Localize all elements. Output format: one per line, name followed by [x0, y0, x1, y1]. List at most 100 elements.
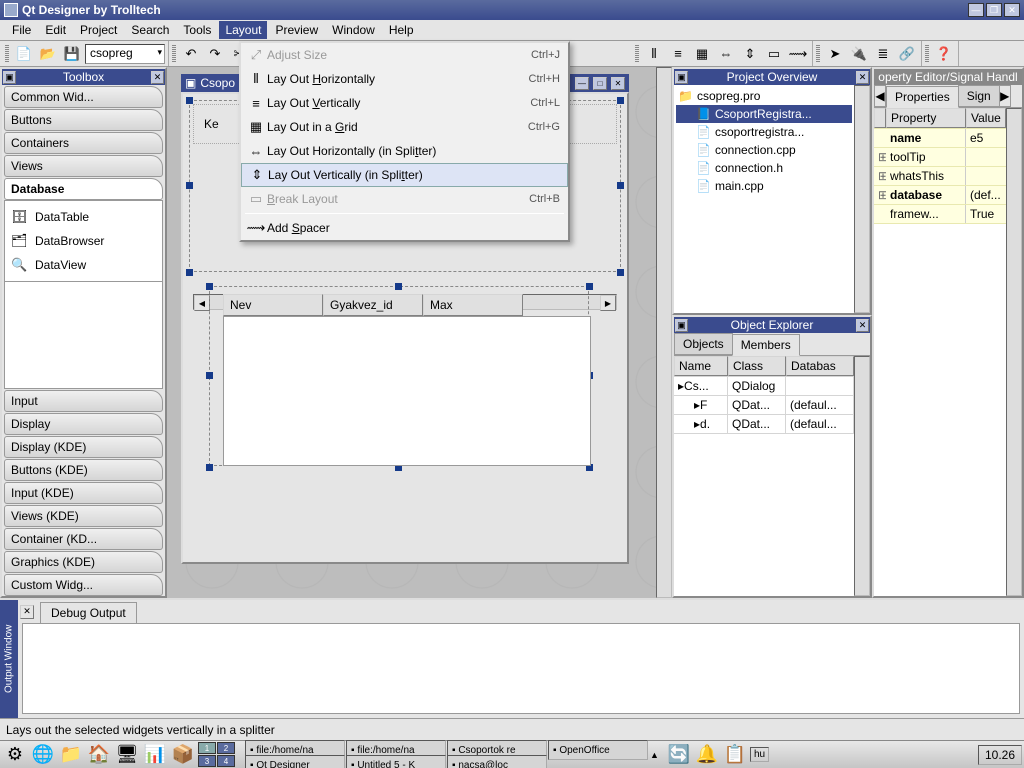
project-tree[interactable]: 📁csopreg.pro 📘CsoportRegistra...📄csoport…: [674, 85, 854, 313]
toolbox-tab[interactable]: Views: [4, 155, 163, 177]
menu-tools[interactable]: Tools: [177, 21, 217, 39]
tray-icon[interactable]: 📋: [722, 743, 748, 767]
toolbox-tab[interactable]: Input: [4, 390, 163, 412]
canvas-vscroll[interactable]: [656, 67, 672, 598]
tab-objects[interactable]: Objects: [674, 333, 733, 355]
undo-icon[interactable]: ↶: [180, 43, 202, 65]
widget-dataview[interactable]: 🔍DataView: [9, 253, 158, 277]
panel-close-icon[interactable]: ✕: [856, 319, 869, 332]
resize-handle[interactable]: [206, 464, 213, 471]
tray-icon[interactable]: 🔄: [666, 743, 692, 767]
resize-handle[interactable]: [186, 269, 193, 276]
object-row[interactable]: ▸Cs...QDialog: [674, 377, 854, 396]
property-row[interactable]: ⊞database(def...: [874, 186, 1006, 205]
toolbox-tab[interactable]: Display: [4, 413, 163, 435]
save-icon[interactable]: 💾: [61, 43, 83, 65]
tab-properties[interactable]: Properties: [886, 86, 959, 108]
tray-icon[interactable]: 🖥: [114, 743, 140, 767]
property-row[interactable]: ⊞toolTip: [874, 148, 1006, 167]
object-row[interactable]: ▸FQDat...(defaul...: [674, 396, 854, 415]
layout-vsplit-icon[interactable]: ⇕: [739, 43, 761, 65]
layout-v-icon[interactable]: ≡: [667, 43, 689, 65]
new-icon[interactable]: 📄: [13, 43, 35, 65]
resize-handle[interactable]: [617, 269, 624, 276]
tree-item[interactable]: 📄connection.cpp: [676, 141, 852, 159]
col-value[interactable]: Value: [966, 108, 1006, 128]
widget-datatable[interactable]: 🗄DataTable: [9, 205, 158, 229]
tree-item[interactable]: 📄connection.h: [676, 159, 852, 177]
col-name[interactable]: Name: [674, 356, 728, 376]
property-grid[interactable]: Property Value namee5⊞toolTip⊞whatsThis⊞…: [874, 108, 1006, 596]
toolbox-tab[interactable]: Views (KDE): [4, 505, 163, 527]
subwin-max-icon[interactable]: □: [593, 77, 607, 90]
tray-icon[interactable]: 📁: [58, 743, 84, 767]
menu-item-lay-out-vertically-in-splitter-[interactable]: ⇕Lay Out Vertically (in Splitter): [241, 163, 568, 187]
keyboard-layout[interactable]: hu: [750, 747, 769, 762]
redo-icon[interactable]: ↷: [204, 43, 226, 65]
task-button[interactable]: ▪ Untitled 5 - K: [346, 755, 446, 768]
tray-icon[interactable]: 🌐: [30, 743, 56, 767]
layout-h-icon[interactable]: ⦀: [643, 43, 665, 65]
subwin-min-icon[interactable]: —: [575, 77, 589, 90]
toolbox-tab[interactable]: Common Wid...: [4, 86, 163, 108]
resize-handle[interactable]: [617, 182, 624, 189]
panel-undock-icon[interactable]: ▣: [675, 71, 688, 84]
resize-handle[interactable]: [395, 283, 402, 290]
open-icon[interactable]: 📂: [37, 43, 59, 65]
tab-scroll-left-icon[interactable]: ◀: [874, 85, 886, 107]
kmenu-icon[interactable]: ⚙: [2, 743, 28, 767]
toolbox-tab-database[interactable]: Database: [4, 178, 163, 200]
tab-scroll-right-icon[interactable]: ▶: [999, 85, 1011, 107]
panel-undock-icon[interactable]: ▣: [675, 319, 688, 332]
task-button[interactable]: ▪ Qt Designer: [245, 755, 345, 768]
toolbox-tab[interactable]: Buttons (KDE): [4, 459, 163, 481]
object-grid[interactable]: Name Class Databas ▸Cs...QDialog▸FQDat..…: [674, 356, 854, 596]
tree-item[interactable]: 📘CsoportRegistra...: [676, 105, 852, 123]
toolbox-tab[interactable]: Containers: [4, 132, 163, 154]
menu-file[interactable]: File: [6, 21, 37, 39]
layout-grid-icon[interactable]: ▦: [691, 43, 713, 65]
tab-order-icon[interactable]: ≣: [872, 43, 894, 65]
task-button[interactable]: ▪ OpenOffice: [548, 740, 648, 760]
menu-item-lay-out-horizontally[interactable]: ⦀Lay Out HorizontallyCtrl+H: [241, 67, 568, 91]
resize-handle[interactable]: [617, 97, 624, 104]
task-button[interactable]: ▪ nacsa@loc: [447, 755, 547, 768]
tree-root[interactable]: 📁csopreg.pro: [676, 87, 852, 105]
menu-item-lay-out-in-a-grid[interactable]: ▦Lay Out in a GridCtrl+G: [241, 115, 568, 139]
minimize-button[interactable]: —: [968, 3, 984, 17]
output-close-icon[interactable]: ✕: [20, 605, 34, 619]
tab-debug-output[interactable]: Debug Output: [40, 602, 137, 623]
connect-icon[interactable]: 🔌: [848, 43, 870, 65]
tree-item[interactable]: 📄csoportregistra...: [676, 123, 852, 141]
tree-item[interactable]: 📄main.cpp: [676, 177, 852, 195]
toolbox-tab[interactable]: Display (KDE): [4, 436, 163, 458]
project-vscroll[interactable]: [854, 85, 870, 313]
widget-databrowser[interactable]: 🗂DataBrowser: [9, 229, 158, 253]
tab-members[interactable]: Members: [732, 334, 800, 356]
col-gyakvez[interactable]: Gyakvez_id: [323, 294, 423, 316]
col-nev[interactable]: Nev: [223, 294, 323, 316]
toolbox-tab[interactable]: Container (KD...: [4, 528, 163, 550]
menu-layout[interactable]: Layout: [219, 21, 267, 39]
resize-handle[interactable]: [206, 372, 213, 379]
resize-handle[interactable]: [206, 283, 213, 290]
object-row[interactable]: ▸d.QDat...(defaul...: [674, 415, 854, 434]
tray-icon[interactable]: 🔔: [694, 743, 720, 767]
clock[interactable]: 10.26: [978, 745, 1022, 765]
menu-edit[interactable]: Edit: [39, 21, 72, 39]
toolbox-tab[interactable]: Buttons: [4, 109, 163, 131]
pointer-icon[interactable]: ➤: [824, 43, 846, 65]
menu-item-lay-out-vertically[interactable]: ≡Lay Out VerticallyCtrl+L: [241, 91, 568, 115]
menu-search[interactable]: Search: [125, 21, 175, 39]
tray-icon[interactable]: 🏠: [86, 743, 112, 767]
maximize-button[interactable]: ❐: [986, 3, 1002, 17]
property-row[interactable]: framew...True: [874, 205, 1006, 224]
object-vscroll[interactable]: [854, 356, 870, 596]
buddy-icon[interactable]: 🔗: [896, 43, 918, 65]
output-text[interactable]: [22, 623, 1020, 714]
menu-help[interactable]: Help: [383, 21, 420, 39]
panel-close-icon[interactable]: ✕: [856, 71, 869, 84]
col-database[interactable]: Databas: [786, 356, 854, 376]
property-row[interactable]: namee5: [874, 129, 1006, 148]
output-side-label[interactable]: Output Window: [0, 600, 18, 718]
